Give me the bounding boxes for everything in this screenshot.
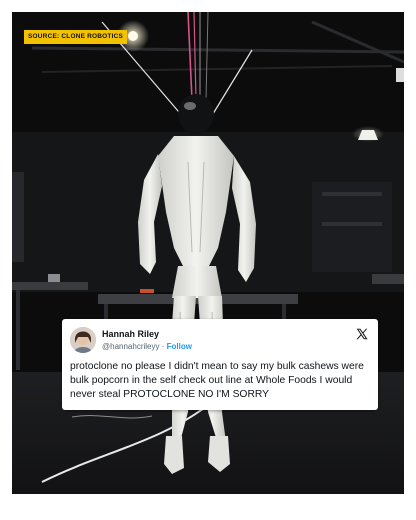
x-logo-icon[interactable]	[355, 327, 369, 341]
tweet-text: protoclone no please I didn't mean to sa…	[70, 361, 364, 401]
author-name[interactable]: Hannah Riley	[102, 329, 159, 339]
source-badge: SOURCE: CLONE ROBOTICS	[24, 30, 128, 44]
embedded-tweet[interactable]: Hannah Riley @hannahcrileyy · Follow pro…	[62, 319, 378, 410]
meta-separator: ·	[161, 342, 165, 351]
avatar[interactable]	[70, 327, 96, 353]
photo-frame: SOURCE: CLONE ROBOTICS Hannah Riley @han…	[12, 12, 404, 494]
lab-photo	[12, 12, 404, 494]
follow-button[interactable]: Follow	[167, 342, 192, 351]
avatar-photo	[70, 327, 96, 353]
author-handle[interactable]: @hannahcrileyy	[102, 342, 159, 351]
author-meta: @hannahcrileyy · Follow	[102, 342, 192, 351]
